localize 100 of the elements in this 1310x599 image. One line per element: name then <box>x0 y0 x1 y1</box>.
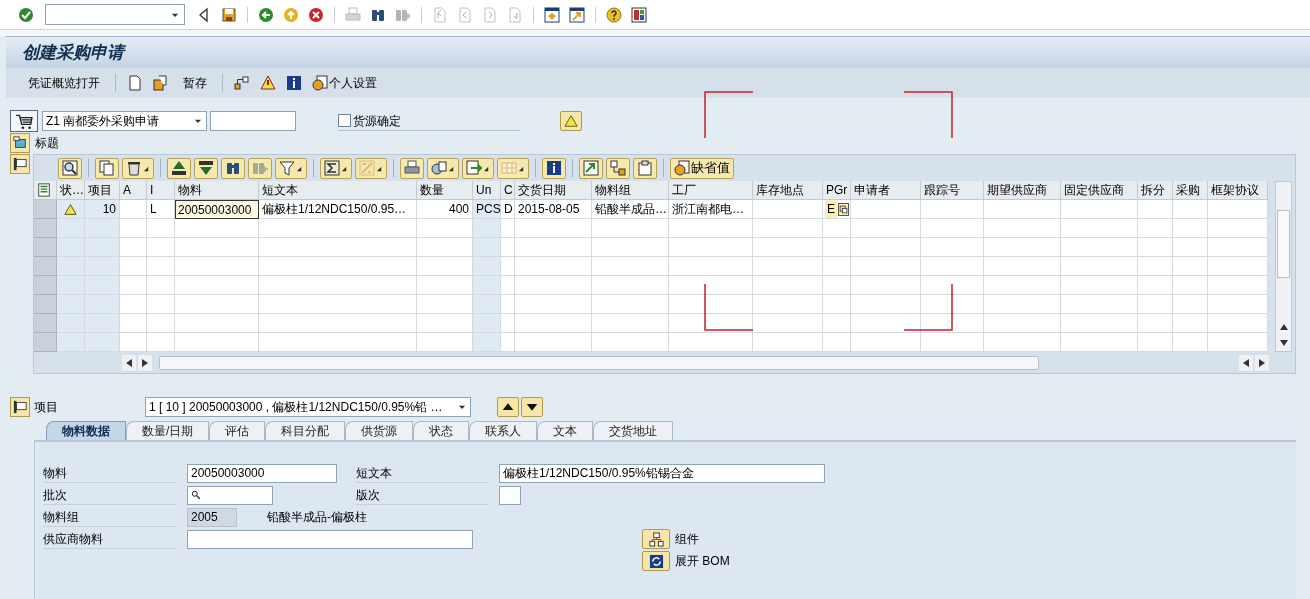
column-header[interactable]: 固定供应商 <box>1061 181 1138 200</box>
shortcut-button[interactable] <box>567 4 587 25</box>
column-header[interactable]: 项目 <box>85 181 120 200</box>
info-button[interactable] <box>542 157 566 179</box>
transfer-button[interactable] <box>579 157 603 179</box>
column-header[interactable]: 物料组 <box>592 181 669 200</box>
views-button[interactable] <box>427 157 459 179</box>
tab[interactable]: 物料数据 <box>46 421 126 440</box>
scroll-left-button[interactable] <box>122 355 136 371</box>
column-header[interactable]: 库存地点 <box>753 181 823 200</box>
settings-button[interactable]: 个人设置 <box>310 73 379 93</box>
column-header[interactable]: 拆分 <box>1138 181 1173 200</box>
messages-button[interactable] <box>258 73 278 93</box>
defaults-button[interactable]: 缺省值 <box>670 157 734 179</box>
clipboard-button[interactable] <box>633 157 657 179</box>
column-header[interactable]: 工厂 <box>669 181 753 200</box>
tab[interactable]: 评估 <box>209 421 266 440</box>
table-cell <box>85 295 120 314</box>
filter-button[interactable] <box>275 157 307 179</box>
scrollbar-thumb[interactable] <box>1277 210 1290 278</box>
table-cell <box>120 333 147 352</box>
table-cell <box>921 295 984 314</box>
input-field[interactable] <box>187 529 473 549</box>
info-button[interactable] <box>284 73 304 93</box>
tab[interactable]: 供货源 <box>345 421 414 440</box>
column-header[interactable]: 采购 <box>1173 181 1208 200</box>
column-header[interactable]: 短文本 <box>259 181 417 200</box>
layout-button[interactable] <box>629 4 649 25</box>
horizontal-scrollbar-thumb[interactable] <box>159 356 1039 370</box>
sort-ascending-button[interactable] <box>167 157 191 179</box>
tab[interactable]: 文本 <box>537 421 594 440</box>
table-cell <box>823 314 851 333</box>
column-header[interactable]: 状… <box>57 181 85 200</box>
scroll-left-button[interactable] <box>1239 355 1253 371</box>
table-cell <box>1173 314 1208 333</box>
table-cell <box>57 314 85 333</box>
table-cell <box>57 276 85 295</box>
tab[interactable]: 交货地址 <box>593 421 674 440</box>
toolbar-button[interactable]: 凭证概览打开 <box>22 74 106 92</box>
column-header[interactable]: A <box>120 181 147 200</box>
tab[interactable]: 联系人 <box>469 421 538 440</box>
column-header[interactable]: 交货日期 <box>515 181 592 200</box>
sum-button[interactable] <box>320 157 352 179</box>
previous-item-button[interactable] <box>497 397 519 417</box>
copy-button[interactable] <box>95 157 119 179</box>
corner-bracket <box>704 91 754 139</box>
vertical-scrollbar[interactable] <box>1275 181 1292 352</box>
input-field[interactable]: 偏极柱1/12NDC150/0.95%铅锡合金 <box>499 463 825 483</box>
sort-descending-button[interactable] <box>194 157 218 179</box>
tab[interactable]: 科目分配 <box>265 421 346 440</box>
tab[interactable]: 状态 <box>413 421 470 440</box>
material-input-field[interactable]: 20050003000 <box>175 200 259 219</box>
find-button[interactable] <box>221 157 245 179</box>
column-header[interactable]: PGr <box>823 181 851 200</box>
document-number-field[interactable] <box>210 111 296 131</box>
delete-button[interactable] <box>122 157 154 179</box>
header-toggle-button[interactable] <box>10 133 30 153</box>
document-type-dropdown[interactable]: Z1 南都委外采购申请 <box>42 111 207 131</box>
input-field[interactable]: 20050003000 <box>187 463 337 483</box>
table-settings-button[interactable] <box>34 181 57 200</box>
messages-button[interactable] <box>560 111 582 131</box>
field-description: 铅酸半成品-偏极柱 <box>267 509 367 526</box>
tab[interactable]: 数量/日期 <box>126 421 210 440</box>
table-cell <box>147 276 175 295</box>
cart-button[interactable] <box>10 110 38 132</box>
help-button[interactable] <box>604 4 624 25</box>
scroll-right-button[interactable] <box>1255 355 1269 371</box>
print-button[interactable] <box>400 157 424 179</box>
checkbox[interactable] <box>338 114 351 127</box>
item-toggle-button[interactable] <box>10 397 30 417</box>
column-header[interactable]: C <box>501 181 515 200</box>
subtotal-icon <box>359 160 375 176</box>
field-label: 短文本 <box>356 463 489 483</box>
explode-button[interactable] <box>642 551 670 571</box>
item-dropdown[interactable]: 1 [ 10 ] 20050003000 , 偏极柱1/12NDC150/0.95%铅 … <box>145 397 471 417</box>
command-field[interactable] <box>45 4 185 25</box>
column-header[interactable]: 跟踪号 <box>921 181 984 200</box>
column-header[interactable]: Un <box>473 181 501 200</box>
input-field[interactable] <box>499 485 521 505</box>
table-cell <box>147 219 175 238</box>
table-cell <box>1138 295 1173 314</box>
toolbar-button[interactable]: 暂存 <box>177 74 213 92</box>
column-header[interactable]: 期望供应商 <box>984 181 1061 200</box>
export-button[interactable] <box>462 157 494 179</box>
item-overview-toggle[interactable] <box>10 154 30 174</box>
next-item-button[interactable] <box>521 397 543 417</box>
layout-icon <box>631 6 647 23</box>
structure-button[interactable] <box>232 73 252 93</box>
value-help-button[interactable] <box>838 202 849 216</box>
column-header[interactable]: 申请者 <box>851 181 921 200</box>
scroll-right-button[interactable] <box>138 355 152 371</box>
components-button[interactable] <box>642 529 670 549</box>
input-field[interactable] <box>187 485 273 505</box>
column-header[interactable]: 框架协议 <box>1208 181 1268 200</box>
new-session-button[interactable] <box>542 4 562 25</box>
column-header[interactable]: 物料 <box>175 181 259 200</box>
details-button[interactable] <box>58 157 82 179</box>
column-header[interactable]: 数量 <box>417 181 473 200</box>
compare-button[interactable] <box>606 157 630 179</box>
column-header[interactable]: I <box>147 181 175 200</box>
